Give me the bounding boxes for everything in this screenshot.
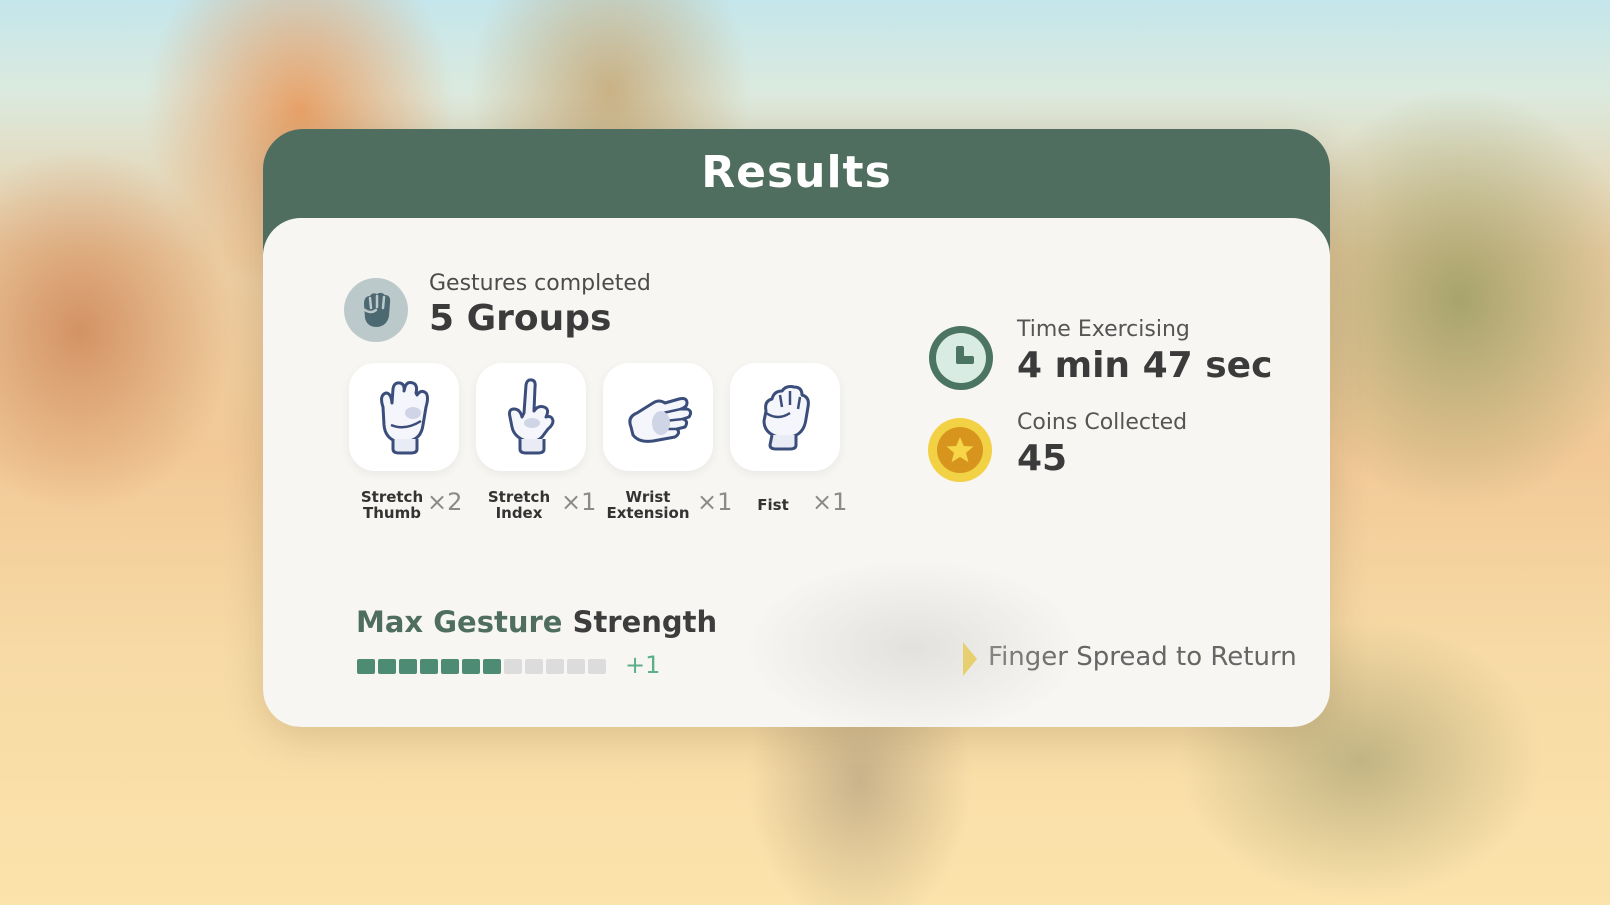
strength-segment <box>441 659 459 674</box>
gestures-completed-label: Gestures completed <box>429 271 651 296</box>
strength-segment <box>462 659 480 674</box>
strength-segment <box>378 659 396 674</box>
gesture-name-line2: Index <box>495 504 543 522</box>
strength-title-part1: Max Gesture <box>356 605 563 639</box>
gesture-name-line1: Stretch <box>360 488 424 506</box>
coins-collected-value: 45 <box>1017 438 1068 479</box>
results-title: Results <box>701 147 892 198</box>
gesture-name-line2: Thumb <box>363 504 421 522</box>
gesture-tile-box <box>730 363 840 471</box>
strength-segment <box>357 659 375 674</box>
coins-collected-label: Coins Collected <box>1017 410 1188 435</box>
gesture-name: Stretch Index <box>486 489 552 521</box>
time-exercising-value: 4 min 47 sec <box>1017 345 1273 386</box>
fist-icon <box>344 278 408 342</box>
gesture-name: Fist <box>740 497 806 513</box>
strength-segment <box>546 659 564 674</box>
gesture-name-line1: Wrist <box>625 488 671 506</box>
return-hint-text: Finger Spread to Return <box>988 642 1297 672</box>
coin-star-icon <box>928 418 992 482</box>
results-panel: Results Gestures completed 5 Groups Stre… <box>263 129 1330 727</box>
gesture-tile-fist: Fist ×1 <box>730 363 856 533</box>
strength-segment <box>420 659 438 674</box>
gesture-count: ×1 <box>812 488 848 516</box>
strength-segment <box>504 659 522 674</box>
gesture-tile-box <box>603 363 713 471</box>
gestures-completed-value: 5 Groups <box>429 298 612 339</box>
gesture-tile-stretch-index: Stretch Index ×1 <box>476 363 602 533</box>
strength-segment <box>399 659 417 674</box>
max-gesture-strength-title: Max Gesture Strength <box>356 605 717 639</box>
gesture-tile-wrist-extension: Wrist Extension ×1 <box>603 363 733 533</box>
fist-glove-icon <box>762 385 810 451</box>
gesture-tile-stretch-thumb: Stretch Thumb ×2 <box>349 363 475 533</box>
strength-title-part2: Strength <box>572 605 718 639</box>
strength-segment <box>588 659 606 674</box>
open-hand-glove-icon <box>380 381 429 455</box>
gesture-name-line2: Extension <box>606 504 690 522</box>
gesture-name: Stretch Thumb <box>359 489 425 521</box>
gesture-name-line1: Stretch <box>487 488 551 506</box>
gesture-count: ×1 <box>561 488 597 516</box>
wrist-extension-glove-icon <box>628 397 693 443</box>
gesture-count: ×2 <box>427 488 463 516</box>
clock-icon <box>929 326 993 390</box>
results-body: Gestures completed 5 Groups Stretch Thum… <box>263 218 1330 727</box>
gesture-name: Wrist Extension <box>603 489 693 521</box>
strength-segment <box>567 659 585 674</box>
strength-delta: +1 <box>625 651 661 679</box>
gesture-tiles: Stretch Thumb ×2 Stretch Index ×1 Wrist … <box>349 363 869 533</box>
gesture-name-line1: Fist <box>757 496 789 514</box>
gesture-count: ×1 <box>697 488 733 516</box>
arrow-right-icon <box>963 642 977 676</box>
time-exercising-label: Time Exercising <box>1017 317 1190 342</box>
strength-segment <box>483 659 501 674</box>
index-point-glove-icon <box>508 378 555 455</box>
gesture-tile-box <box>349 363 459 471</box>
strength-segment <box>525 659 543 674</box>
gesture-tile-box <box>476 363 586 471</box>
